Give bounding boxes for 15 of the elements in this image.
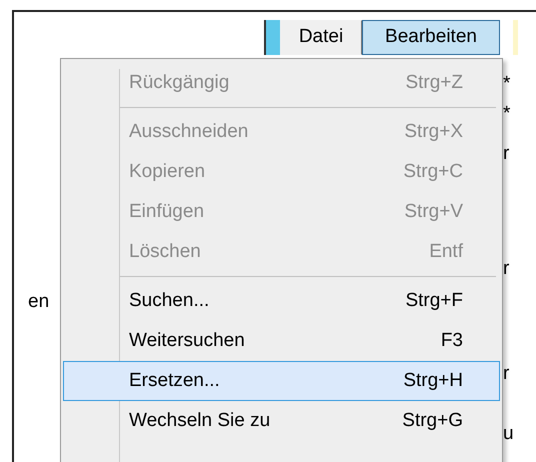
background-text: *	[503, 102, 510, 126]
menu-item[interactable]: Wechseln Sie zu Strg+G	[63, 401, 500, 441]
menu-item[interactable]: Weitersuchen F3	[63, 321, 500, 361]
background-text: r	[503, 362, 510, 386]
menu-item[interactable]: Ersetzen... Strg+H	[63, 361, 500, 401]
menu-bar-item[interactable]: Bearbeiten	[362, 20, 500, 55]
background-text: u	[503, 422, 514, 446]
background-text: r	[503, 142, 510, 166]
menu-bar-item[interactable]: Datei	[280, 20, 362, 55]
menu-item[interactable]: Suchen... Strg+F	[63, 281, 500, 321]
background-text: *	[503, 72, 510, 96]
background-text: r	[503, 257, 510, 281]
menu-bar-edge	[264, 20, 280, 55]
menu-bar-edge	[513, 20, 518, 55]
background-text: en	[28, 290, 50, 314]
